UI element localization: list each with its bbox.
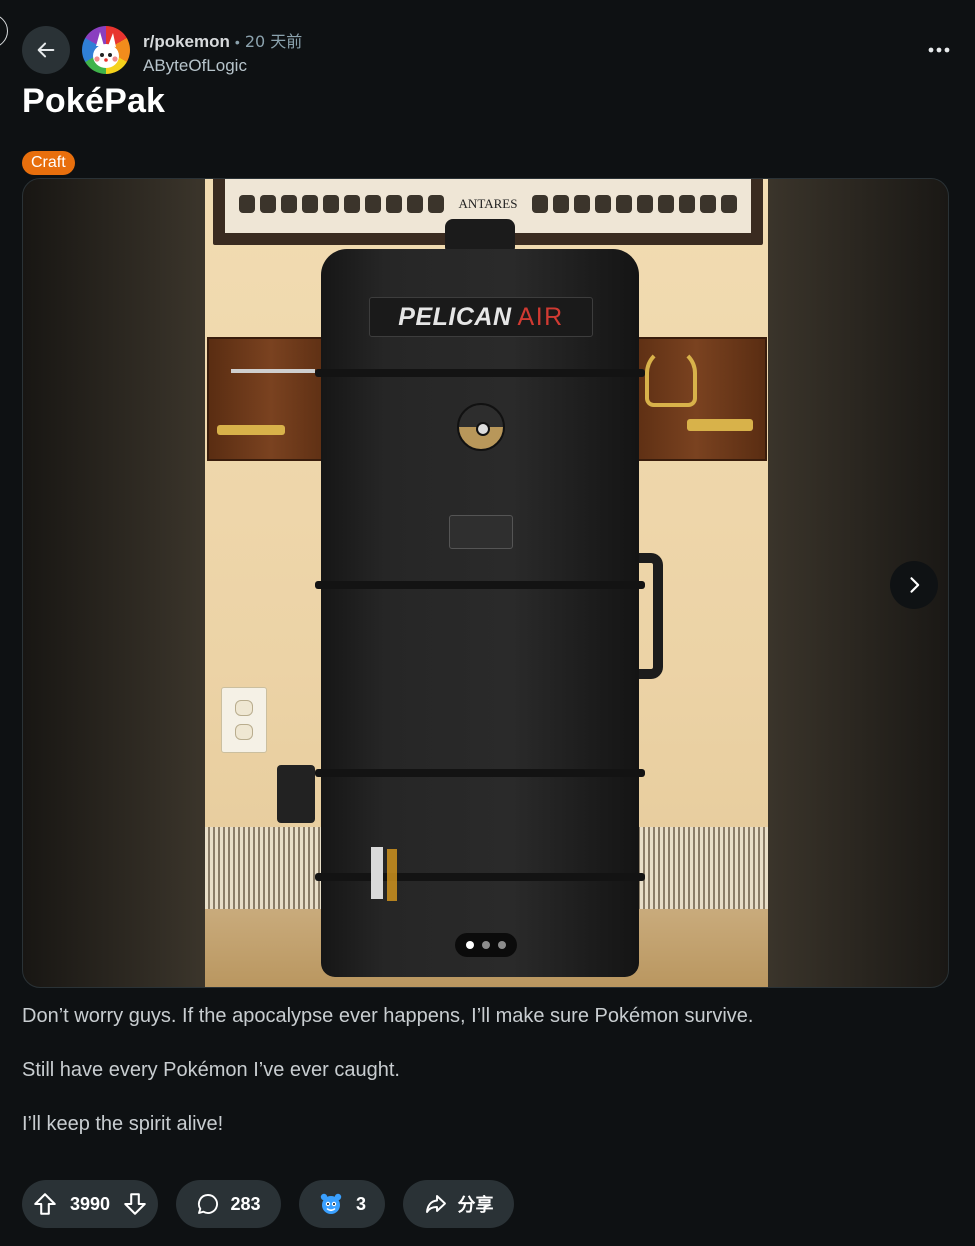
battery-charger: [277, 765, 315, 823]
share-label: 分享: [457, 1195, 494, 1216]
case-brand-text: PELICAN: [398, 302, 512, 331]
post-flair[interactable]: Craft: [22, 151, 75, 175]
share-icon: [425, 1195, 446, 1213]
comments-button[interactable]: 283: [176, 1180, 281, 1228]
post-actions: 3990 283 3 分享: [22, 1180, 514, 1228]
back-button[interactable]: [22, 26, 70, 74]
award-button[interactable]: 3: [299, 1180, 385, 1228]
pokemon-mascot-icon: [93, 32, 119, 68]
chevron-right-icon: [910, 577, 920, 593]
downvote-button[interactable]: [122, 1191, 148, 1217]
case-label-logo: [387, 849, 397, 901]
upvote-button[interactable]: [32, 1191, 58, 1217]
more-options-button[interactable]: [923, 34, 955, 66]
meta-separator: •: [234, 34, 240, 50]
media-gallery[interactable]: ANTARES PELICAN AIR: [22, 178, 949, 988]
post-body-paragraph: Still have every Pokémon I’ve ever caugh…: [22, 1059, 400, 1081]
frame-caption: ANTARES: [458, 196, 518, 211]
post-body-paragraph: I’ll keep the spirit alive!: [22, 1113, 224, 1135]
share-button[interactable]: 分享: [403, 1180, 514, 1228]
case-brand-plate: PELICAN AIR: [369, 297, 593, 337]
post-time: 20 天前: [244, 32, 303, 51]
pelican-case: PELICAN AIR: [315, 249, 645, 977]
pager-dot-2[interactable]: [482, 941, 490, 949]
subreddit-link[interactable]: r/pokemon: [143, 32, 230, 52]
vote-count: 3990: [69, 1193, 111, 1214]
pokeball-badge: [457, 403, 505, 451]
author-link[interactable]: AByteOfLogic: [143, 56, 302, 76]
comment-count: 283: [230, 1193, 261, 1214]
back-arrow-icon: [37, 42, 55, 58]
pager-dot-3[interactable]: [498, 941, 506, 949]
post-meta: r/pokemon • 20 天前 AByteOfLogic: [143, 28, 302, 76]
sword-plaque-right: [625, 337, 767, 461]
comment-icon: [198, 1194, 219, 1214]
insignia-patch: [449, 515, 513, 549]
upvote-icon: [34, 1193, 56, 1215]
case-brand-accent: AIR: [517, 302, 564, 331]
pager-dot-1[interactable]: [466, 941, 474, 949]
more-options-icon: [928, 47, 950, 53]
wall-outlet: [221, 687, 267, 753]
award-icon: [320, 1193, 342, 1214]
subreddit-avatar[interactable]: [82, 26, 130, 74]
case-label: [371, 847, 383, 899]
post-page: r/pokemon • 20 天前 AByteOfLogic PokéPak C…: [0, 0, 975, 1246]
award-count: 3: [355, 1193, 366, 1214]
gallery-pager: [455, 933, 517, 957]
vote-control: 3990: [22, 1180, 158, 1228]
sword-plaque-left: [207, 337, 335, 461]
post-title: PokéPak: [22, 82, 166, 120]
post-body-paragraph: Don’t worry guys. If the apocalypse ever…: [22, 1005, 754, 1027]
partial-circle-control[interactable]: [0, 14, 8, 48]
gallery-image: ANTARES PELICAN AIR: [205, 179, 768, 987]
downvote-icon: [124, 1193, 146, 1215]
gallery-next-button[interactable]: [890, 561, 938, 609]
